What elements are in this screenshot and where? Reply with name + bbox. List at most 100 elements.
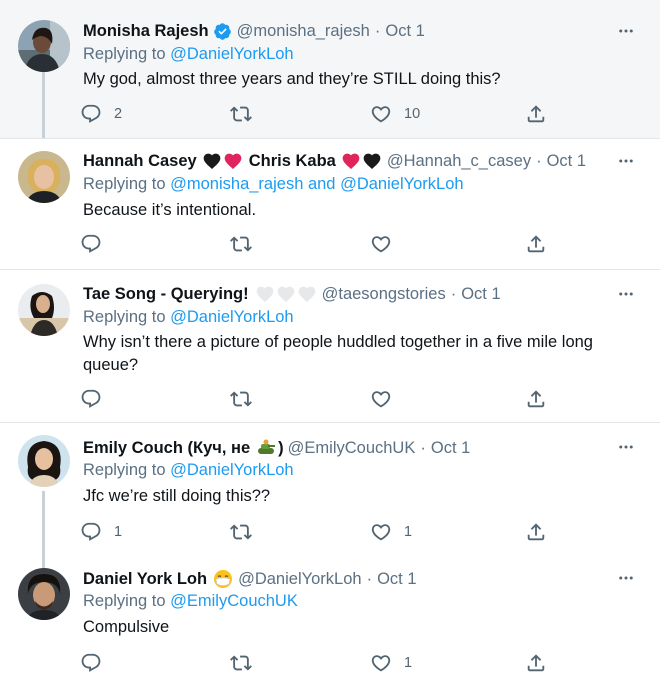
share-icon [525,521,547,543]
tank-emoji-icon [256,439,276,457]
display-name[interactable]: Monisha Rajesh [83,22,209,41]
tweet-tae[interactable]: Tae Song - Querying! @taesongstories · O… [0,270,660,422]
white-heart-icon [297,284,317,304]
tweet-text: Jfc we’re still doing this?? [83,487,271,505]
replying-and: and [303,175,341,193]
reply-icon [80,103,102,125]
share-icon [525,652,547,674]
like-button[interactable] [370,232,392,256]
reply-count: 2 [114,106,123,122]
timestamp[interactable]: Oct 1 [377,570,416,589]
reply-button[interactable] [80,232,102,256]
tweet-emily[interactable]: Emily Couch (Куч, не ) @EmilyCouchUK · O… [0,423,660,571]
reply-button[interactable]: 2 [80,102,122,126]
tweet-actions: 1 1 [80,520,560,544]
retweet-button[interactable] [230,102,252,126]
retweet-button[interactable] [230,232,252,256]
mention-link[interactable]: @DanielYorkLoh [170,308,293,326]
more-options-icon[interactable] [616,21,636,41]
retweet-icon [230,521,252,543]
white-heart-icon [276,284,296,304]
share-button[interactable] [525,387,547,411]
replying-prefix: Replying to [83,461,171,479]
display-name-part2[interactable]: ) [278,439,284,458]
like-count: 1 [404,524,413,540]
verified-badge-icon [213,22,232,41]
retweet-icon [230,233,252,255]
avatar[interactable] [18,20,70,72]
reply-button[interactable] [80,651,102,675]
like-button[interactable]: 1 [370,520,412,544]
replying-to: Replying to @DanielYorkLoh [83,45,294,64]
replying-prefix: Replying to [83,592,171,610]
retweet-button[interactable] [230,387,252,411]
handle[interactable]: @DanielYorkLoh [238,570,361,589]
mention-link[interactable]: @DanielYorkLoh [170,461,293,479]
replying-to: Replying to @monisha_rajesh and @DanielY… [83,175,464,194]
avatar[interactable] [18,284,70,336]
share-button[interactable] [525,232,547,256]
tweet-text: My god, almost three years and they’re S… [83,70,501,88]
tweet-monisha[interactable]: Monisha Rajesh @monisha_rajesh · Oct 1 R… [0,0,660,138]
display-name[interactable]: Daniel York Loh [83,570,207,589]
replying-to: Replying to @DanielYorkLoh [83,461,294,480]
thread-connector [42,70,45,138]
display-name-part2[interactable]: Chris Kaba [249,152,336,171]
replying-prefix: Replying to [83,175,171,193]
tweet-text: Because it’s intentional. [83,201,257,219]
tweet-daniel[interactable]: Daniel York Loh @DanielYorkLoh · Oct 1 R… [0,553,660,690]
tweet-hannah[interactable]: Hannah Casey Chris Kaba @Hannah_c_casey … [0,139,660,269]
reply-button[interactable]: 1 [80,520,122,544]
reply-icon [80,652,102,674]
like-button[interactable] [370,387,392,411]
reply-button[interactable] [80,387,102,411]
like-button[interactable]: 10 [370,102,420,126]
white-heart-icon [255,284,275,304]
retweet-icon [230,652,252,674]
share-icon [525,388,547,410]
share-button[interactable] [525,651,547,675]
share-icon [525,233,547,255]
retweet-icon [230,103,252,125]
display-name-part1[interactable]: Hannah Casey [83,152,197,171]
share-button[interactable] [525,520,547,544]
avatar[interactable] [18,151,70,203]
tweet-header: Hannah Casey Chris Kaba @Hannah_c_casey … [83,150,586,172]
separator-dot: · [374,21,381,40]
handle[interactable]: @Hannah_c_casey [387,152,531,171]
red-heart-icon [341,151,361,171]
tweet-header: Emily Couch (Куч, не ) @EmilyCouchUK · O… [83,437,470,459]
mention-link[interactable]: @DanielYorkLoh [340,175,463,193]
timestamp[interactable]: Oct 1 [431,439,470,458]
more-options-icon[interactable] [616,284,636,304]
handle[interactable]: @taesongstories [322,285,446,304]
avatar[interactable] [18,568,70,620]
mention-link[interactable]: @monisha_rajesh [170,175,303,193]
mention-link[interactable]: @DanielYorkLoh [170,45,293,63]
display-name[interactable]: Tae Song - Querying! [83,285,249,304]
display-name-part1[interactable]: Emily Couch (Куч, не [83,439,250,458]
mention-link[interactable]: @EmilyCouchUK [170,592,298,610]
like-icon [370,652,392,674]
more-options-icon[interactable] [616,437,636,457]
like-icon [370,233,392,255]
black-heart-icon [202,151,222,171]
timestamp[interactable]: Oct 1 [385,22,424,41]
share-button[interactable] [525,102,547,126]
separator-dot: · [420,438,426,457]
timestamp[interactable]: Oct 1 [547,152,586,171]
like-button[interactable]: 1 [370,651,412,675]
retweet-button[interactable] [230,520,252,544]
more-options-icon[interactable] [616,568,636,588]
retweet-button[interactable] [230,651,252,675]
tweet-actions [80,232,560,256]
handle[interactable]: @monisha_rajesh [237,22,370,41]
avatar[interactable] [18,435,70,487]
tweet-header: Tae Song - Querying! @taesongstories · O… [83,283,501,305]
more-options-icon[interactable] [616,151,636,171]
face-with-mask-icon [213,569,233,589]
handle[interactable]: @EmilyCouchUK [288,439,416,458]
timestamp[interactable]: Oct 1 [461,285,500,304]
like-icon [370,521,392,543]
black-heart-icon [362,151,382,171]
